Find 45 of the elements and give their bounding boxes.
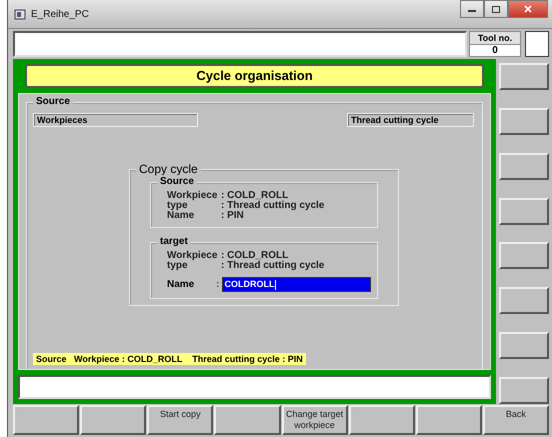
field-label: type [167,261,188,271]
side-softkey[interactable] [499,108,549,135]
maximize-icon [492,6,500,12]
group-legend: Copy cycle [136,161,201,177]
field-label: Name [167,211,196,221]
side-softkey[interactable] [499,152,549,180]
field-value: : COLD_ROLL [221,191,288,201]
blank-indicator [525,31,549,57]
minimize-button[interactable] [460,0,484,18]
softkey[interactable]: Change target workpiece [282,405,348,435]
header-bar: Cycle organisation [25,64,484,88]
cycle-type-field: Thread cutting cycle [347,113,474,127]
field-label: Workpiece [167,251,218,261]
field-label: Workpiece [167,191,218,201]
side-softkey[interactable] [499,332,549,360]
group-legend: target [157,235,191,249]
field-value: : PIN [221,211,245,221]
tool-number-value: 0 [491,45,499,57]
softkey[interactable] [13,405,80,435]
field-value: : Thread cutting cycle [221,261,326,271]
close-icon [524,5,532,13]
softkey[interactable] [80,405,146,435]
tool-number-label: Tool no. [470,32,520,45]
field-label: Name [167,279,196,290]
side-softkey[interactable] [499,242,549,270]
side-softkey[interactable] [499,63,549,90]
field-label: type [167,201,188,211]
softkey[interactable] [348,405,415,435]
colon-separator: : [216,279,220,290]
workpieces-field: Workpieces [33,113,198,127]
side-softkey[interactable] [499,287,549,314]
close-button[interactable] [508,0,548,18]
softkey[interactable]: Back [482,405,549,435]
softkey[interactable] [214,405,280,435]
softkey[interactable]: Start copy [147,405,214,435]
name-input[interactable]: COLDROLL [222,277,371,292]
field-value: : Thread cutting cycle [221,201,326,211]
window-title: E_Reihe_PC [31,8,89,20]
side-softkey[interactable] [499,198,549,225]
field-value: : COLD_ROLL [221,251,288,261]
maximize-button[interactable] [484,0,508,18]
softkey[interactable] [416,405,482,435]
app-icon [14,8,26,20]
side-softkey[interactable] [499,376,549,404]
command-input[interactable] [18,375,491,399]
